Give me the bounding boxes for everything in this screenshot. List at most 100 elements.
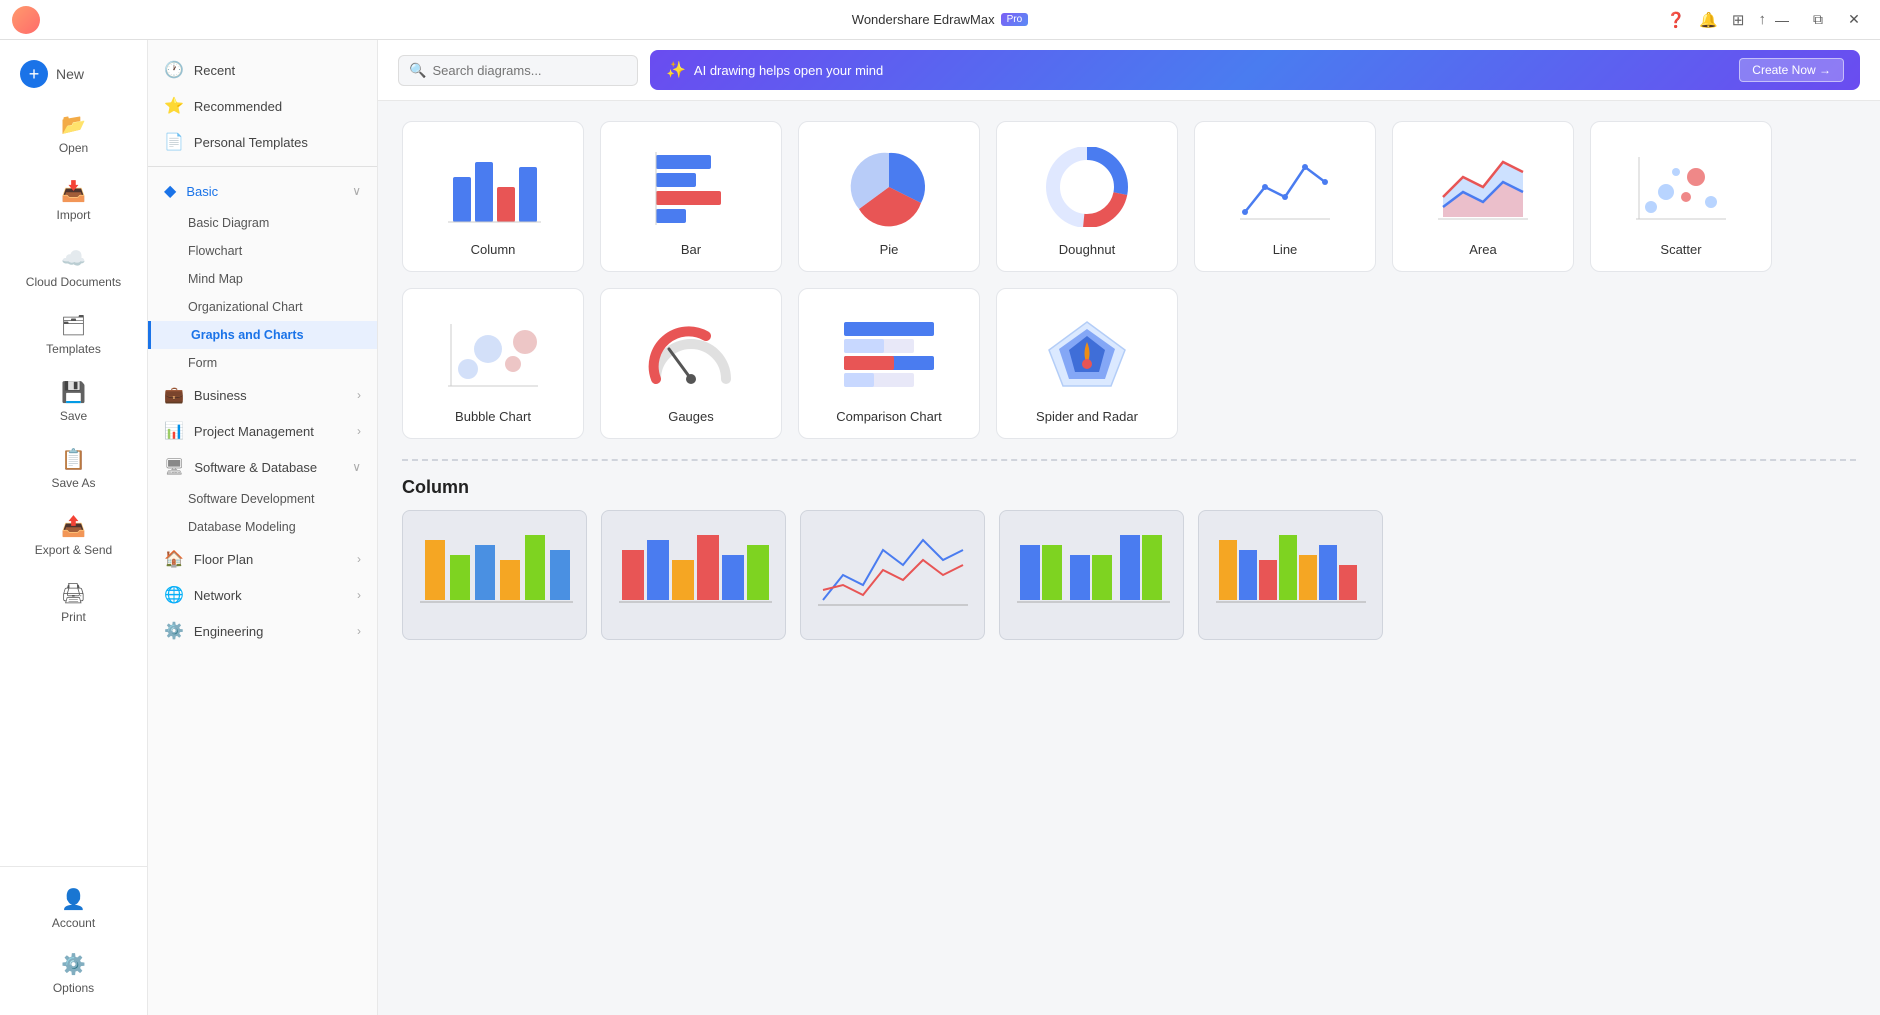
template-card-3[interactable] <box>800 510 985 640</box>
chart-card-line[interactable]: Line <box>1194 121 1376 272</box>
templates-title-text: Column <box>402 477 469 497</box>
recent-label: Recent <box>194 63 235 78</box>
nav-project[interactable]: 📊 Project Management › <box>148 413 377 449</box>
ai-create-button[interactable]: Create Now → <box>1739 58 1844 82</box>
sidebar-item-open[interactable]: 📂 Open <box>8 102 139 165</box>
sidebar-item-new[interactable]: + New <box>8 50 139 98</box>
nav-basic-diagram[interactable]: Basic Diagram <box>148 209 377 237</box>
bar-chart-icon <box>631 142 751 232</box>
basic-label: Basic <box>186 184 218 199</box>
ai-banner: ✨ AI drawing helps open your mind Create… <box>650 50 1860 90</box>
export-icon: 📤 <box>61 514 86 539</box>
grid-icon[interactable]: ⊞ <box>1728 7 1749 33</box>
chart-card-column[interactable]: Column <box>402 121 584 272</box>
sidebar-item-save[interactable]: 💾 Save <box>8 370 139 433</box>
window-controls: — ⧉ ✕ <box>1768 6 1868 34</box>
sidebar-item-account[interactable]: 👤 Account <box>8 877 139 940</box>
sidebar-item-options[interactable]: ⚙️ Options <box>8 942 139 1005</box>
nav-flowchart[interactable]: Flowchart <box>148 237 377 265</box>
templates-icon: 🗂 <box>61 313 86 338</box>
minimize-button[interactable]: — <box>1768 6 1796 34</box>
sidebar-item-export[interactable]: 📤 Export & Send <box>8 504 139 567</box>
notification-icon[interactable]: 🔔 <box>1695 7 1722 33</box>
template-card-5[interactable] <box>1198 510 1383 640</box>
sidebar-item-saveas[interactable]: 📋 Save As <box>8 437 139 500</box>
network-chevron: › <box>357 588 361 602</box>
floor-chevron: › <box>357 552 361 566</box>
chart-card-bubble[interactable]: Bubble Chart <box>402 288 584 439</box>
chart-card-gauges[interactable]: Gauges <box>600 288 782 439</box>
nav-floor[interactable]: 🏠 Floor Plan › <box>148 541 377 577</box>
nav-engineering[interactable]: ⚙️ Engineering › <box>148 613 377 649</box>
chart-card-spider[interactable]: Spider and Radar <box>996 288 1178 439</box>
import-label: Import <box>56 208 90 222</box>
nav-business[interactable]: 💼 Business › <box>148 377 377 413</box>
help-icon[interactable]: ❓ <box>1663 7 1690 33</box>
chart-card-bar[interactable]: Bar <box>600 121 782 272</box>
nav-mindmap[interactable]: Mind Map <box>148 265 377 293</box>
nav-database-modeling[interactable]: Database Modeling <box>148 513 377 541</box>
chart-card-scatter[interactable]: Scatter <box>1590 121 1772 272</box>
chart-card-pie[interactable]: Pie <box>798 121 980 272</box>
basic-chevron: ∨ <box>352 184 361 198</box>
doughnut-label: Doughnut <box>1059 242 1115 257</box>
charts-grid: Column Bar <box>402 121 1856 439</box>
gauges-chart-icon <box>631 309 751 399</box>
sidebar-item-templates[interactable]: 🗂 Templates <box>8 303 139 366</box>
account-label: Account <box>52 916 95 930</box>
template-card-2[interactable] <box>601 510 786 640</box>
close-button[interactable]: ✕ <box>1840 6 1868 34</box>
nav-basic[interactable]: ◆ Basic ∨ <box>148 173 377 209</box>
nav-graphs-charts[interactable]: Graphs and Charts <box>148 321 377 349</box>
comparison-chart-icon <box>829 309 949 399</box>
sidebar-item-cloud[interactable]: ☁️ Cloud Documents <box>8 236 139 299</box>
floor-label: Floor Plan <box>194 552 253 567</box>
spider-label: Spider and Radar <box>1036 409 1138 424</box>
area-chart-icon <box>1423 142 1543 232</box>
search-box[interactable]: 🔍 <box>398 55 638 86</box>
chart-card-doughnut[interactable]: Doughnut <box>996 121 1178 272</box>
account-icon: 👤 <box>61 887 86 912</box>
saveas-label: Save As <box>51 476 95 490</box>
business-label: Business <box>194 388 247 403</box>
options-label: Options <box>53 981 94 995</box>
ai-banner-left: ✨ AI drawing helps open your mind <box>666 60 883 80</box>
nav-recent[interactable]: 🕐 Recent <box>148 52 377 88</box>
engineering-chevron: › <box>357 624 361 638</box>
nav-divider-1 <box>148 166 377 167</box>
template-placeholder-1 <box>403 511 586 639</box>
project-chevron: › <box>357 424 361 438</box>
nav-form[interactable]: Form <box>148 349 377 377</box>
nav-network[interactable]: 🌐 Network › <box>148 577 377 613</box>
main-header: 🔍 ✨ AI drawing helps open your mind Crea… <box>378 40 1880 101</box>
nav-personal-templates[interactable]: 📄 Personal Templates <box>148 124 377 160</box>
user-avatar[interactable] <box>12 6 40 34</box>
bubble-chart-icon <box>433 309 553 399</box>
search-input[interactable] <box>432 63 627 78</box>
template-placeholder-2 <box>602 511 785 639</box>
sidebar-item-import[interactable]: 📥 Import <box>8 169 139 232</box>
save-label: Save <box>60 409 87 423</box>
print-icon: 🖨 <box>61 581 86 606</box>
spider-chart-icon <box>1027 309 1147 399</box>
template-card-1[interactable] <box>402 510 587 640</box>
template-placeholder-3 <box>801 511 984 639</box>
pie-label: Pie <box>880 242 899 257</box>
search-icon: 🔍 <box>409 62 426 79</box>
saveas-icon: 📋 <box>61 447 86 472</box>
chart-card-area[interactable]: Area <box>1392 121 1574 272</box>
template-placeholder-4 <box>1000 511 1183 639</box>
chart-card-comparison[interactable]: Comparison Chart <box>798 288 980 439</box>
template-card-4[interactable] <box>999 510 1184 640</box>
new-plus-icon: + <box>20 60 48 88</box>
nav-software-dev[interactable]: Software Development <box>148 485 377 513</box>
scatter-chart-icon <box>1621 142 1741 232</box>
nav-recommended[interactable]: ⭐ Recommended <box>148 88 377 124</box>
restore-button[interactable]: ⧉ <box>1804 6 1832 34</box>
nav-software[interactable]: 🖥 Software & Database ∨ <box>148 449 377 485</box>
sidebar-item-print[interactable]: 🖨 Print <box>8 571 139 634</box>
project-icon: 📊 <box>164 421 184 441</box>
app-body: + New 📂 Open 📥 Import ☁️ Cloud Documents… <box>0 40 1880 1015</box>
nav-org-chart[interactable]: Organizational Chart <box>148 293 377 321</box>
scatter-label: Scatter <box>1660 242 1701 257</box>
